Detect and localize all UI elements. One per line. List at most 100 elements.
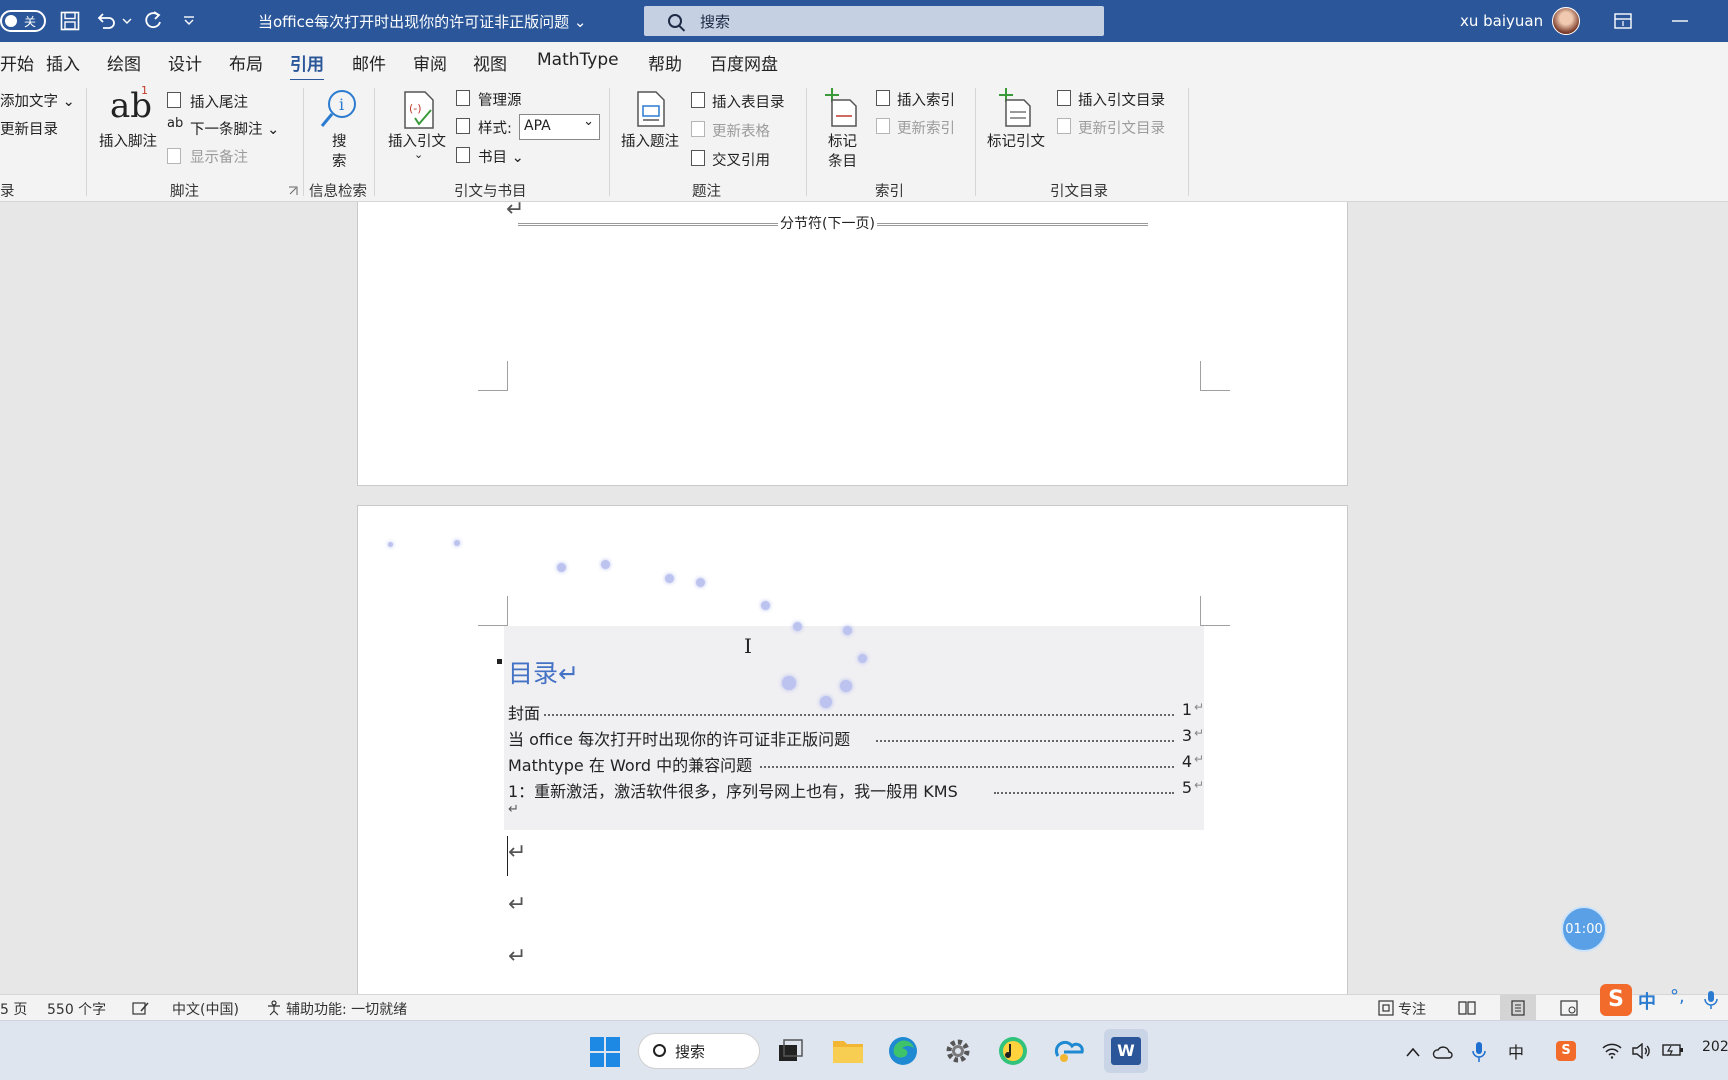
save-icon[interactable] [60, 11, 80, 31]
toc-entry[interactable]: 封面 1 ↵ [508, 700, 1204, 724]
tab-review[interactable]: 审阅 [413, 50, 447, 75]
focus-mode-icon[interactable] [1378, 1000, 1394, 1016]
toc-entry[interactable]: 当 office 每次打开时出现你的许可证非正版问题 3 ↵ [508, 726, 1204, 750]
document-title[interactable]: 当office每次打开时出现你的许可证非正版问题 ⌄ [258, 0, 587, 42]
language-indicator[interactable]: 中文(中国) [172, 999, 239, 1019]
cross-reference-button[interactable]: 交叉引用 [712, 149, 770, 170]
insert-table-of-authorities-button[interactable]: 插入引文目录 [1078, 89, 1165, 110]
volume-icon[interactable] [1632, 1043, 1652, 1059]
sparkle-icon [454, 540, 460, 546]
group-divider [86, 88, 87, 196]
edge-browser-icon[interactable] [888, 1036, 918, 1066]
show-notes-icon [167, 148, 181, 164]
ime-toolbar[interactable]: S 中 °, [1600, 984, 1728, 1016]
tab-mailings[interactable]: 邮件 [352, 50, 386, 75]
user-name[interactable]: xu baiyuan [1460, 0, 1543, 42]
bibliography-button[interactable]: 书目 ⌄ [478, 146, 524, 167]
undo-icon[interactable] [95, 10, 117, 32]
style-icon [456, 118, 470, 134]
tab-design[interactable]: 设计 [168, 50, 202, 75]
read-mode-icon[interactable] [1458, 1000, 1476, 1016]
footnote-group-label: 脚注 [170, 184, 199, 200]
print-layout-icon [1511, 1000, 1525, 1016]
svg-text:i: i [339, 95, 344, 114]
accessibility-icon[interactable] [266, 1000, 282, 1016]
tab-mathtype[interactable]: MathType [537, 50, 619, 70]
update-table-button[interactable]: 更新表格 [712, 120, 770, 141]
tab-view[interactable]: 视图 [473, 50, 507, 75]
focus-mode-button[interactable]: 专注 [1398, 999, 1426, 1019]
microphone-icon[interactable] [1472, 1041, 1486, 1063]
windows-start-icon[interactable] [590, 1037, 620, 1067]
customize-toolbar-icon[interactable] [183, 16, 195, 26]
tab-baidu-netdisk[interactable]: 百度网盘 [710, 50, 778, 75]
autosave-toggle[interactable]: 关 [0, 10, 46, 32]
sparkle-icon [601, 560, 610, 569]
web-layout-icon[interactable] [1560, 1000, 1578, 1016]
toc-entry[interactable]: 1：重新激活，激活软件很多，序列号网上也有，我一般用 KMS 5 ↵ [508, 778, 1204, 802]
insert-table-of-figures-button[interactable]: 插入表目录 [712, 91, 785, 112]
punctuation-icon[interactable]: °, [1670, 986, 1685, 1007]
sparkle-icon [858, 654, 867, 663]
menu-tabs: 开始 插入 绘图 设计 布局 引用 邮件 审阅 视图 MathType 帮助 百… [0, 42, 1728, 82]
toc-entry[interactable]: Mathtype 在 Word 中的兼容问题 4 ↵ [508, 752, 1204, 776]
title-search-box[interactable]: 搜索 [644, 6, 1104, 36]
tab-insert[interactable]: 插入 [46, 50, 80, 75]
recording-timer[interactable]: 01:00 [1561, 906, 1607, 952]
update-toc-button[interactable]: 更新目录 [0, 118, 58, 139]
tab-layout[interactable]: 布局 [229, 50, 263, 75]
ribbon-display-options-icon[interactable] [1614, 12, 1632, 30]
document-page[interactable]: ↵ 分节符(下一页) [357, 202, 1348, 486]
tab-draw[interactable]: 绘图 [107, 50, 141, 75]
avatar[interactable] [1552, 7, 1580, 35]
redo-icon[interactable] [142, 10, 164, 32]
task-view-icon[interactable] [778, 1039, 804, 1063]
word-taskbar-button[interactable]: W [1104, 1029, 1148, 1073]
title-bar: 关 当office每次打开时出现你的许可证非正版问题 ⌄ 搜索 xu baiyu… [0, 0, 1728, 42]
manage-sources-button[interactable]: 管理源 [478, 89, 522, 110]
insert-index-button[interactable]: 插入索引 [897, 89, 955, 110]
document-page[interactable]: 目录↵ 封面 1 ↵ 当 office 每次打开时出现你的许可证非正版问题 3 … [357, 505, 1348, 994]
word-count[interactable]: 550 个字 [47, 999, 106, 1019]
next-footnote-button[interactable]: 下一条脚注 ⌄ [190, 118, 279, 139]
print-layout-button[interactable] [1500, 995, 1536, 1021]
ime-mode-indicator[interactable]: 中 [1638, 988, 1656, 1014]
update-table-of-authorities-button[interactable]: 更新引文目录 [1078, 117, 1165, 138]
toc-heading[interactable]: 目录↵ [508, 654, 579, 690]
tab-help[interactable]: 帮助 [648, 50, 682, 75]
next-footnote-icon: ab [167, 116, 184, 131]
accessibility-status[interactable]: 辅助功能: 一切就绪 [286, 999, 407, 1019]
chevron-down-icon: ⌄ [414, 148, 424, 161]
onedrive-icon[interactable] [1432, 1045, 1454, 1059]
sparkle-icon [761, 601, 770, 610]
input-method-icon[interactable]: 中 [1508, 1039, 1524, 1063]
cloud-app-icon[interactable] [1054, 1038, 1084, 1064]
file-explorer-icon[interactable] [832, 1038, 864, 1064]
tab-references[interactable]: 引用 [290, 50, 324, 82]
page-count[interactable]: 5 页 [0, 999, 27, 1019]
taskbar-search[interactable]: 搜索 [638, 1033, 760, 1069]
tab-home[interactable]: 开始 [0, 50, 34, 75]
clock[interactable]: 202 [1702, 1039, 1728, 1055]
sparkle-icon [696, 578, 705, 587]
citation-style-select[interactable]: APA [519, 114, 600, 140]
show-hidden-icons-icon[interactable] [1406, 1047, 1420, 1057]
qq-music-icon[interactable] [998, 1036, 1028, 1066]
footnote-dialog-launcher-icon[interactable] [288, 186, 298, 196]
battery-icon[interactable] [1662, 1043, 1684, 1057]
wifi-icon[interactable] [1602, 1043, 1622, 1059]
ime-voice-icon[interactable] [1704, 990, 1718, 1010]
sparkle-icon [840, 680, 852, 692]
update-index-button[interactable]: 更新索引 [897, 117, 955, 138]
footnote-superscript-icon: 1 [141, 84, 148, 97]
sogou-tray-icon[interactable]: S [1556, 1041, 1576, 1061]
add-text-button[interactable]: 添加文字 ⌄ [0, 90, 75, 111]
minimize-icon[interactable] [1672, 20, 1688, 22]
show-notes-button[interactable]: 显示备注 [190, 146, 248, 167]
settings-gear-icon[interactable] [944, 1037, 972, 1065]
insert-endnote-button[interactable]: 插入尾注 [190, 91, 248, 112]
style-label: 样式: [478, 121, 512, 137]
document-canvas[interactable]: ↵ 分节符(下一页) 目录↵ 封面 1 ↵ 当 office 每次打开时出现你的… [0, 202, 1728, 994]
undo-dropdown-icon[interactable] [122, 17, 132, 25]
proofing-icon[interactable] [132, 1001, 150, 1016]
